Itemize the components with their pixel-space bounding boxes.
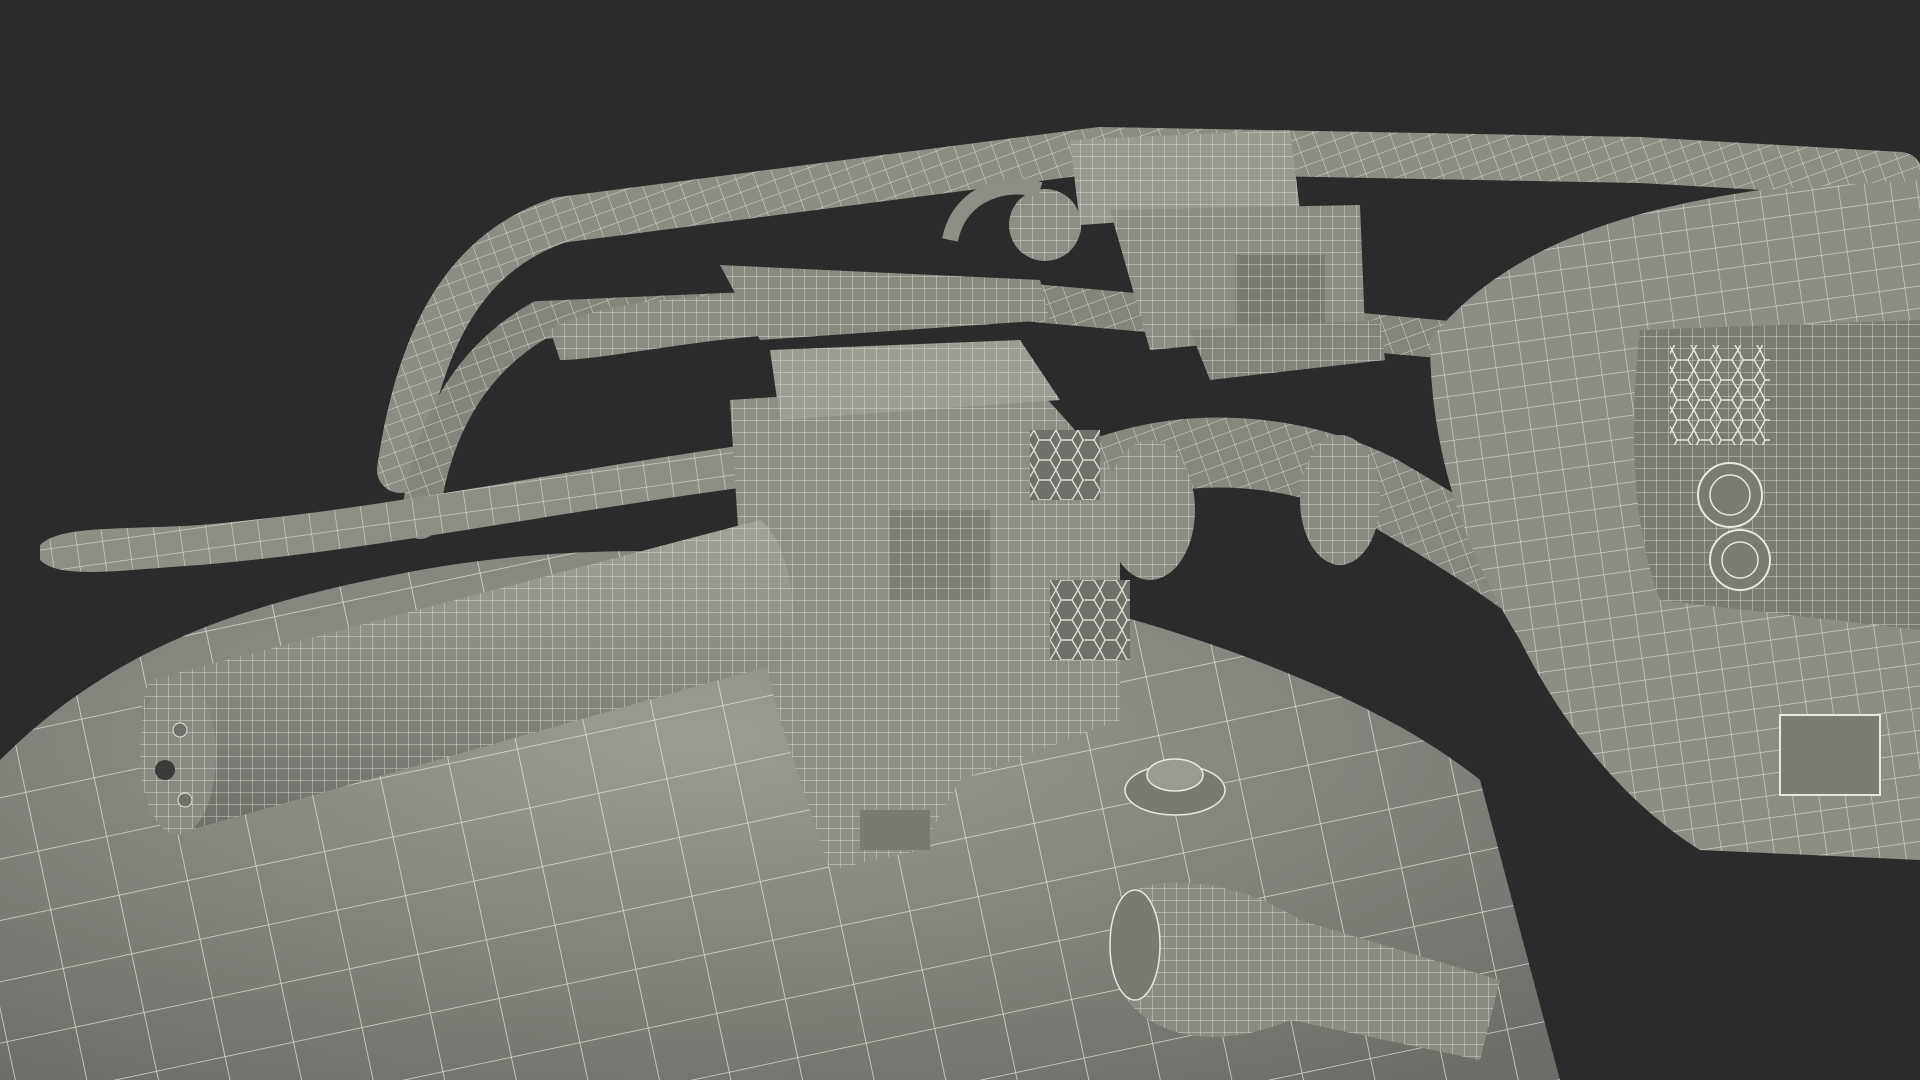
indicator-light [1697,462,1763,528]
indicator-light [1709,529,1771,591]
wireframe-render [0,0,1920,1080]
